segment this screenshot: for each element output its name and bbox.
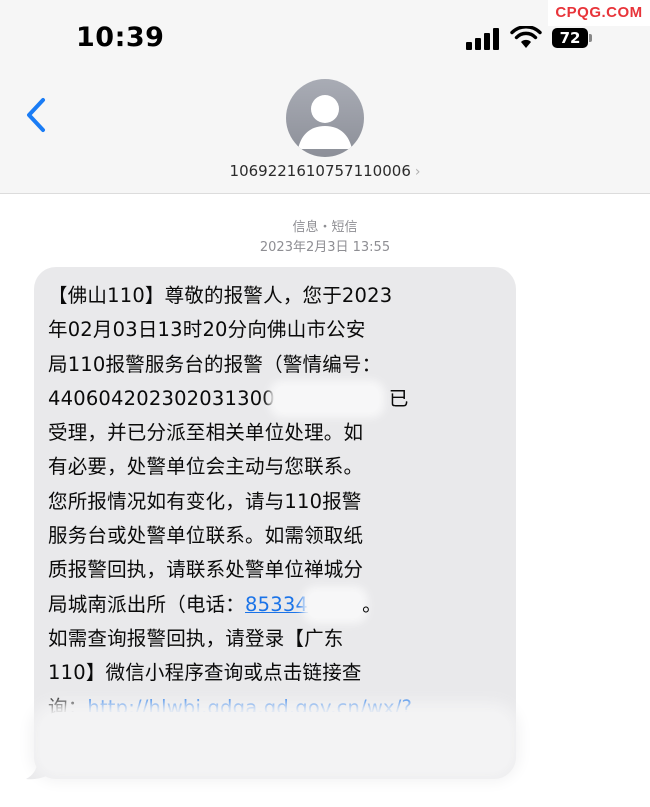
chevron-right-icon: ›	[414, 164, 421, 180]
back-button[interactable]	[22, 96, 52, 134]
message-line: 【佛山110】尊敬的报警人，您于2023	[48, 284, 393, 307]
wifi-icon	[510, 26, 542, 48]
message-line: 您所报情况如有变化，请与110报警	[48, 489, 362, 513]
message-body: 【佛山110】尊敬的报警人，您于2023 年02月03日13时20分向佛山市公安…	[48, 279, 508, 759]
message-line: 服务台或处警单位联系。如需领取纸	[48, 524, 364, 548]
message-timestamp: 2023年2月3日 13:55	[259, 240, 391, 255]
message-line-phone: 局城南派出所（电话：85334 。	[48, 588, 508, 622]
message-line-case-number: 440604202302031300 已	[48, 382, 508, 416]
message-line: 有必要，处警单位会主动与您联系。	[48, 455, 364, 479]
status-icons: 72	[466, 26, 616, 52]
case-number: 440604202302031300	[48, 386, 275, 410]
redaction-blur	[308, 592, 363, 619]
message-line: 质报警回执，请联系处警单位禅城分	[48, 558, 364, 582]
status-time: 10:39	[76, 22, 165, 53]
sms-screen: 10:39 72 CPQG.COM 1069221610757110006 › …	[0, 0, 650, 807]
message-line: 年02月03日13时20分向佛山市公安	[48, 318, 366, 342]
message-line: 局110报警服务台的报警（警情编号：	[48, 352, 382, 376]
message-line: 受理，并已分派至相关单位处理。如	[48, 421, 364, 445]
redaction-blur	[274, 386, 379, 413]
sender-number: 1069221610757110006	[229, 162, 411, 180]
watermark: CPQG.COM	[548, 0, 650, 26]
redaction-blur-bottom	[40, 712, 510, 772]
person-icon	[298, 95, 352, 149]
message-line: 110】微信小程序查询或点击链接查	[48, 661, 362, 685]
phone-suffix: 。	[362, 592, 382, 616]
phone-link[interactable]: 85334	[245, 593, 308, 616]
conversation-header: 10:39 72 CPQG.COM 1069221610757110006 ›	[0, 0, 650, 194]
phone-label: 局城南派出所（电话：	[48, 592, 246, 616]
battery-icon: 72	[552, 28, 588, 48]
case-number-suffix: 已	[388, 386, 409, 410]
chevron-left-icon	[27, 98, 45, 132]
signal-icon	[466, 26, 502, 52]
message-type: 信息・短信	[292, 220, 358, 235]
avatar[interactable]	[286, 79, 364, 157]
message-line: 如需查询报警回执，请登录【广东	[48, 626, 344, 650]
sender-info[interactable]: 1069221610757110006 ›	[0, 162, 650, 186]
battery-tip	[589, 34, 592, 42]
